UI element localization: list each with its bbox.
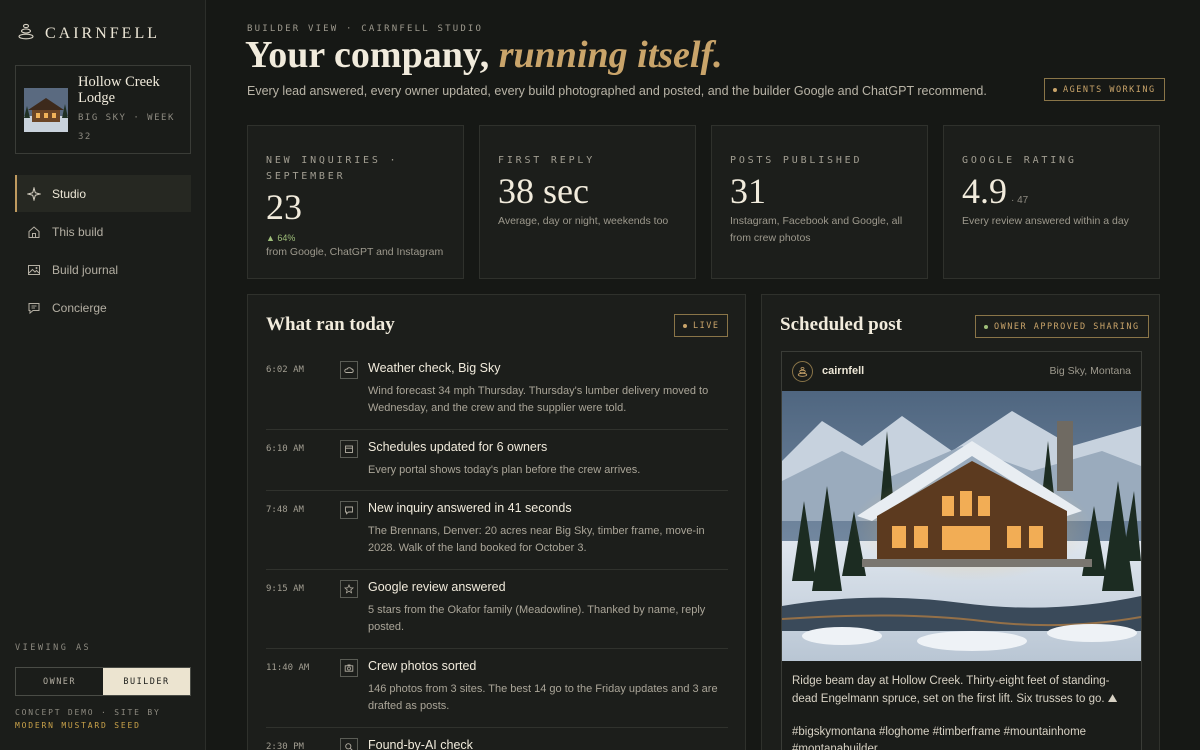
event-time: 6:02 AM — [266, 365, 304, 375]
event-description: 146 photos from 3 sites. The best 14 go … — [368, 683, 718, 712]
brand[interactable]: CAIRNFELL — [17, 22, 160, 45]
stat-label: GOOGLE RATING — [962, 155, 1077, 166]
event-title: Weather check, Big Sky — [368, 361, 501, 375]
event-time: 6:10 AM — [266, 444, 304, 454]
stat-label: FIRST REPLY — [498, 155, 596, 166]
stat-value: 38 sec — [498, 171, 589, 211]
calendar-icon — [340, 440, 358, 458]
stat-value: 31 — [730, 171, 766, 211]
owner-approved-badge: OWNER APPROVED SHARING — [975, 315, 1149, 338]
home-icon — [27, 225, 41, 239]
stat-note: Instagram, Facebook and Google, all from… — [730, 215, 903, 244]
chat-icon — [340, 501, 358, 519]
event-description: Every portal shows today's plan before t… — [368, 464, 641, 476]
role-toggle: OWNER BUILDER — [15, 667, 191, 696]
social-post-preview[interactable]: cairnfell Big Sky, Montana Ridge beam da… — [781, 351, 1142, 750]
live-badge: LIVE — [674, 314, 729, 337]
review-count: · 47 — [1011, 195, 1029, 206]
sidebar-item-studio[interactable]: Studio — [15, 175, 191, 212]
activity-item[interactable]: 6:02 AM Weather check, Big Sky Wind fore… — [266, 355, 728, 430]
brand-name: CAIRNFELL — [45, 24, 160, 42]
sidebar-item-label: Studio — [52, 186, 87, 201]
post-hashtags: #bigskymontana #loghome #timberframe #mo… — [792, 726, 1087, 750]
sparkle-icon — [27, 186, 41, 201]
post-header: cairnfell Big Sky, Montana — [782, 352, 1141, 391]
stat-value: 23 — [266, 187, 302, 227]
status-dot — [984, 324, 988, 329]
post-image — [782, 391, 1141, 661]
sidebar-item-label: Build journal — [52, 262, 119, 277]
builder-toggle-button[interactable]: BUILDER — [103, 668, 190, 695]
activity-item[interactable]: 6:10 AM Schedules updated for 6 owners E… — [266, 434, 728, 491]
owner-toggle-button[interactable]: OWNER — [16, 668, 103, 695]
badge-label: LIVE — [693, 320, 720, 331]
event-description: The Brennans, Denver: 20 acres near Big … — [368, 525, 705, 554]
credit-line: CONCEPT DEMO · SITE BY — [15, 708, 161, 717]
event-title: Crew photos sorted — [368, 659, 477, 673]
avatar — [792, 361, 813, 382]
title-plain: Your company, — [245, 34, 490, 76]
site-credit: CONCEPT DEMO · SITE BY MODERN MUSTARD SE… — [15, 706, 161, 732]
event-time: 2:30 PM — [266, 742, 304, 750]
cloud-icon — [340, 361, 358, 379]
page-lede: Every lead answered, every owner updated… — [247, 84, 987, 98]
stat-card-first-reply[interactable]: FIRST REPLY 38 sec Average, day or night… — [479, 125, 696, 279]
event-time: 9:15 AM — [266, 584, 304, 594]
stat-label: NEW INQUIRIES · SEPTEMBER — [266, 155, 399, 182]
sidebar-item-label: This build — [52, 224, 104, 239]
event-title: Google review answered — [368, 580, 506, 594]
panel-title: Scheduled post — [780, 314, 902, 335]
post-caption: Ridge beam day at Hollow Creek. Thirty-e… — [792, 675, 1118, 705]
image-icon — [27, 263, 41, 277]
event-title: New inquiry answered in 41 seconds — [368, 501, 572, 515]
event-description: 5 stars from the Okafor family (Meadowli… — [368, 604, 706, 633]
project-thumbnail — [24, 88, 68, 132]
viewing-as-label: VIEWING AS — [15, 643, 92, 653]
event-title: Found-by-AI check — [368, 738, 473, 750]
activity-item[interactable]: 2:30 PM Found-by-AI check — [266, 732, 728, 750]
stat-value: 4.9 · 47 — [962, 170, 1028, 212]
search-icon — [340, 738, 358, 750]
project-subtitle: BIG SKY · WEEK 32 — [78, 113, 175, 142]
stat-card-google-rating[interactable]: GOOGLE RATING 4.9 · 47 Every review answe… — [943, 125, 1160, 279]
event-time: 11:40 AM — [266, 663, 310, 673]
stat-note: from Google, ChatGPT and Instagram — [266, 246, 444, 258]
panel-title: What ran today — [266, 314, 395, 335]
activity-panel: What ran today LIVE 6:02 AM Weather chec… — [247, 294, 746, 750]
credit-link[interactable]: MODERN MUSTARD SEED — [15, 719, 161, 732]
activity-item[interactable]: 11:40 AM Crew photos sorted 146 photos f… — [266, 653, 728, 728]
event-title: Schedules updated for 6 owners — [368, 440, 548, 454]
sidebar-item-build-journal[interactable]: Build journal — [15, 251, 191, 288]
event-description: Wind forecast 34 mph Thursday. Thursday'… — [368, 385, 709, 414]
scheduled-post-panel: Scheduled post OWNER APPROVED SHARING ca… — [761, 294, 1160, 750]
badge-label: AGENTS WORKING — [1063, 84, 1156, 95]
status-dot — [683, 323, 687, 328]
stat-note: Average, day or night, weekends too — [498, 215, 669, 227]
activity-item[interactable]: 9:15 AM Google review answered 5 stars f… — [266, 574, 728, 649]
post-username: cairnfell — [822, 365, 865, 377]
chat-icon — [27, 301, 41, 315]
project-name: Hollow Creek Lodge — [78, 74, 160, 106]
agents-working-badge: AGENTS WORKING — [1044, 78, 1165, 101]
stat-card-posts[interactable]: POSTS PUBLISHED 31 Instagram, Facebook a… — [711, 125, 928, 279]
stat-card-inquiries[interactable]: NEW INQUIRIES · SEPTEMBER 23 ▲ 64% from … — [247, 125, 464, 279]
event-time: 7:48 AM — [266, 505, 304, 515]
sidebar: CAIRNFELL Hollow Creek Lodge BIG SKY · W… — [0, 0, 206, 750]
star-icon — [340, 580, 358, 598]
sidebar-item-label: Concierge — [52, 300, 107, 315]
camera-icon — [340, 659, 358, 677]
sidebar-item-concierge[interactable]: Concierge — [15, 289, 191, 326]
project-card[interactable]: Hollow Creek Lodge BIG SKY · WEEK 32 — [15, 65, 191, 154]
activity-item[interactable]: 7:48 AM New inquiry answered in 41 secon… — [266, 495, 728, 570]
post-location: Big Sky, Montana — [1049, 365, 1131, 377]
stat-note: Every review answered within a day — [962, 215, 1129, 227]
page-title: Your company, running itself. — [245, 33, 723, 77]
stat-label: POSTS PUBLISHED — [730, 155, 863, 166]
cairn-logo-icon — [17, 22, 35, 45]
status-dot — [1053, 87, 1057, 92]
title-italic: running itself. — [498, 34, 723, 76]
rating-value: 4.9 — [962, 171, 1007, 211]
badge-label: OWNER APPROVED SHARING — [994, 321, 1140, 332]
sidebar-item-this-build[interactable]: This build — [15, 213, 191, 250]
